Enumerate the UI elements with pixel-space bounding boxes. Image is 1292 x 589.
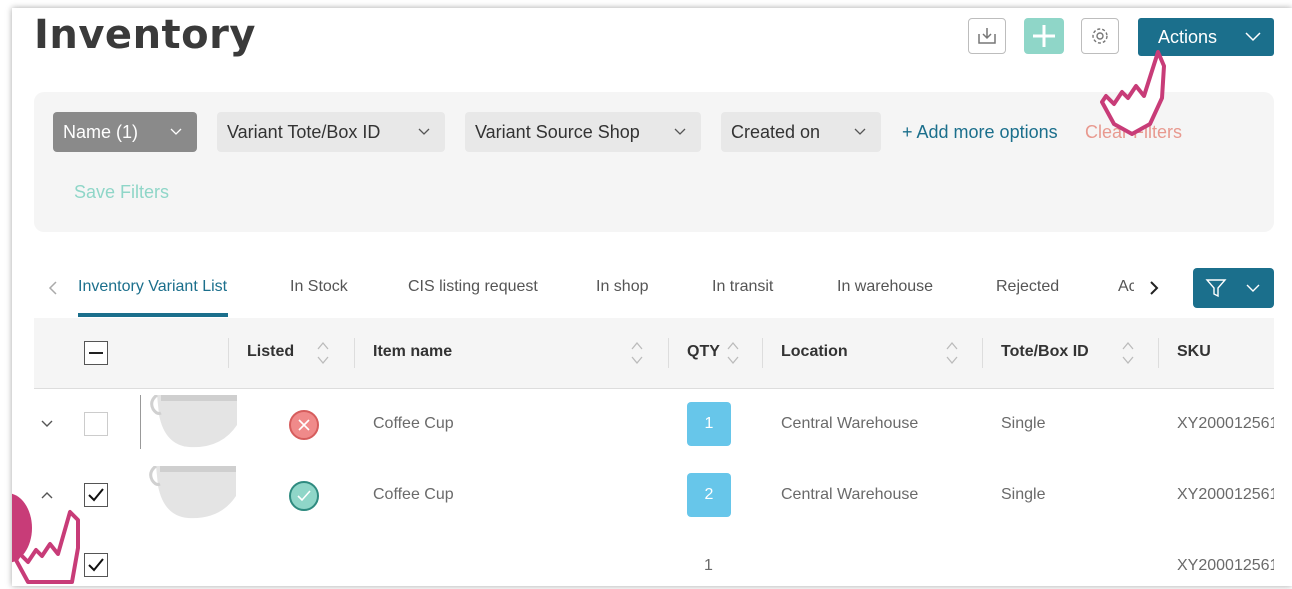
column-separator (354, 338, 355, 368)
filter-created-on-label: Created on (731, 121, 821, 142)
column-item-name[interactable]: Item name (373, 343, 452, 361)
column-sku[interactable]: SKU (1177, 343, 1211, 361)
chevron-down-icon (1245, 32, 1261, 42)
sort-icon[interactable] (945, 340, 959, 366)
tab-bar: Inventory Variant List In Stock CIS list… (34, 264, 1274, 318)
download-icon (978, 28, 996, 44)
chevron-down-icon (674, 128, 686, 135)
filter-variant-tote[interactable]: Variant Tote/Box ID (217, 112, 445, 152)
table-row[interactable]: Coffee Cup 1 Central Warehouse Single XY… (34, 389, 1274, 461)
app-frame: Inventory Actions Name (1) Variant Tote/… (12, 8, 1292, 586)
chevron-down-icon (854, 128, 866, 135)
location: Central Warehouse (781, 415, 919, 432)
not-listed-icon (289, 410, 319, 440)
pointer-hand-icon (1100, 50, 1166, 136)
tab-rejected[interactable]: Rejected (996, 278, 1059, 296)
chevron-left-icon[interactable] (48, 280, 58, 296)
sku: XY200012561· (1177, 486, 1274, 503)
filter-icon (1205, 279, 1227, 298)
column-location[interactable]: Location (781, 343, 848, 361)
item-name: Coffee Cup (373, 415, 454, 432)
indeterminate-mark (89, 352, 103, 354)
row-checkbox[interactable] (84, 412, 108, 436)
filter-variant-tote-label: Variant Tote/Box ID (227, 121, 381, 142)
column-separator (668, 338, 669, 368)
sort-icon[interactable] (726, 340, 740, 366)
tab-inventory-variant-list[interactable]: Inventory Variant List (78, 278, 227, 296)
tab-cis-listing-request[interactable]: CIS listing request (408, 278, 538, 296)
tote-box-id: Single (1001, 415, 1046, 432)
sort-icon[interactable] (316, 340, 330, 366)
product-image (140, 466, 236, 520)
tab-in-transit[interactable]: In transit (712, 278, 773, 296)
filter-variant-source-shop-label: Variant Source Shop (475, 121, 640, 142)
check-icon (88, 488, 104, 502)
chevron-right-icon[interactable] (1148, 280, 1160, 296)
tab-truncated[interactable]: Ac (1118, 278, 1134, 296)
column-separator (762, 338, 763, 368)
chevron-down-icon (418, 128, 430, 135)
qty-value: 1 (704, 557, 713, 574)
column-listed[interactable]: Listed (247, 343, 294, 361)
chevron-up-icon[interactable] (40, 490, 54, 500)
sku: XY200012561! (1177, 415, 1274, 432)
add-button[interactable] (1024, 18, 1064, 54)
filter-name[interactable]: Name (1) (53, 112, 197, 152)
tote-box-id: Single (1001, 486, 1046, 503)
filter-variant-source-shop[interactable]: Variant Source Shop (465, 112, 701, 152)
actions-label: Actions (1158, 26, 1218, 47)
table-subrow[interactable]: 1 XY200012561· (34, 531, 1274, 586)
pointer-hand-icon (14, 510, 80, 584)
row-checkbox[interactable] (84, 483, 108, 507)
column-separator (1158, 338, 1159, 368)
page-title: Inventory (34, 12, 256, 58)
filter-created-on[interactable]: Created on (721, 112, 881, 152)
listed-check-icon (289, 481, 319, 511)
column-separator (982, 338, 983, 368)
table-row[interactable]: Coffee Cup 2 Central Warehouse Single XY… (34, 460, 1274, 532)
add-more-options-link[interactable]: + Add more options (902, 122, 1058, 143)
chevron-down-icon (1246, 284, 1260, 292)
filter-name-label: Name (1) (63, 121, 139, 142)
plus-icon (1033, 25, 1055, 47)
item-name: Coffee Cup (373, 486, 454, 503)
location: Central Warehouse (781, 486, 919, 503)
column-qty[interactable]: QTY (687, 343, 720, 361)
gear-icon (1092, 28, 1108, 44)
column-filter-button[interactable] (1193, 268, 1274, 308)
active-tab-indicator (78, 313, 228, 317)
coffee-cup-image (150, 395, 237, 448)
sort-icon[interactable] (630, 340, 644, 366)
download-button[interactable] (968, 18, 1006, 54)
product-image (140, 395, 237, 449)
save-filters-link[interactable]: Save Filters (74, 182, 169, 203)
chevron-down-icon (170, 128, 182, 135)
tab-in-shop[interactable]: In shop (596, 278, 648, 296)
tab-in-stock[interactable]: In Stock (290, 278, 348, 296)
table-header: Listed Item name QTY Location Tote/Box I… (34, 318, 1274, 389)
qty-badge: 1 (687, 402, 731, 446)
coffee-cup-image (149, 466, 236, 519)
column-tote-box-id[interactable]: Tote/Box ID (1001, 343, 1089, 361)
filter-panel: Name (1) Variant Tote/Box ID Variant Sou… (34, 92, 1274, 232)
tab-in-warehouse[interactable]: In warehouse (837, 278, 933, 296)
chevron-down-icon[interactable] (40, 419, 54, 429)
sku: XY200012561· (1177, 557, 1274, 574)
qty-badge: 2 (687, 473, 731, 517)
column-separator (228, 338, 229, 368)
sort-icon[interactable] (1121, 340, 1135, 366)
select-all-checkbox[interactable] (84, 341, 108, 365)
